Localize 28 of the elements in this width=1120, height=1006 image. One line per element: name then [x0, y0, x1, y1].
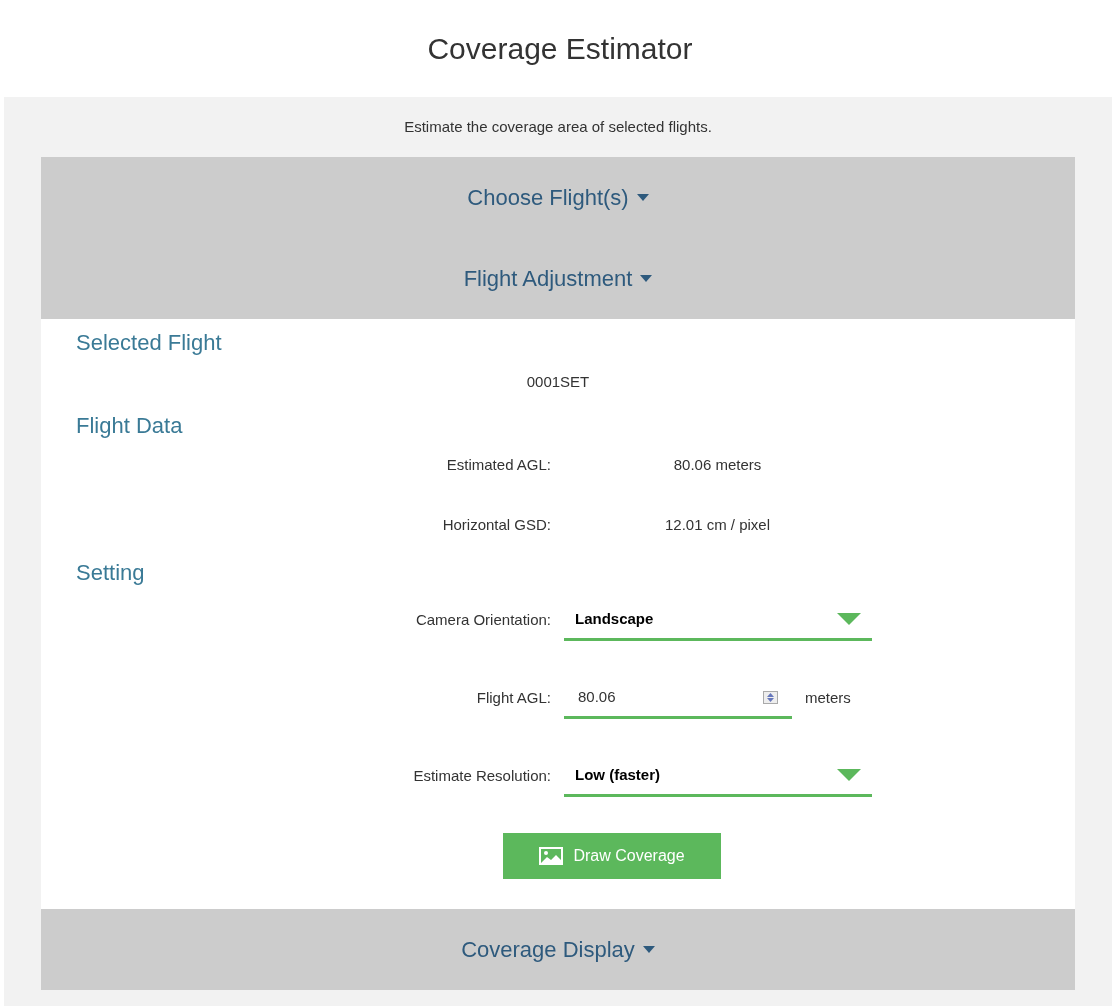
- field-label: Flight AGL:: [476, 688, 551, 709]
- accordion-header[interactable]: Coverage Display: [41, 908, 1075, 990]
- field-label: Estimated AGL:: [446, 454, 551, 475]
- draw-coverage-button[interactable]: Draw Coverage: [503, 832, 721, 879]
- field-label: Camera Orientation:: [415, 610, 551, 631]
- field-value: 12.01 cm / pixel: [664, 515, 771, 535]
- section-heading: Setting: [76, 558, 146, 587]
- description-text: Estimate the coverage area of selected flights.: [404, 116, 712, 137]
- field-label: Estimate Resolution:: [413, 766, 551, 787]
- dropdown-arrow-icon: [837, 613, 861, 625]
- unit-label: meters: [805, 688, 851, 709]
- dropdown-field[interactable]: Landscape: [564, 600, 872, 641]
- flight-id: 0001SET: [526, 372, 590, 392]
- dropdown-field[interactable]: Low (faster): [564, 756, 872, 797]
- image-icon: [539, 846, 564, 865]
- section-heading: Selected Flight: [76, 329, 223, 357]
- section-heading: Flight Data: [76, 411, 184, 440]
- accordion-header[interactable]: Flight Adjustment: [41, 238, 1075, 319]
- field-label: Horizontal GSD:: [442, 515, 551, 535]
- caret-icon: [642, 945, 655, 953]
- spinner-icon[interactable]: [763, 690, 778, 704]
- caret-icon: [636, 194, 649, 201]
- caret-icon: [640, 275, 653, 282]
- field-value: 80.06 meters: [673, 454, 762, 475]
- accordion-header[interactable]: Choose Flight(s): [41, 157, 1075, 238]
- dropdown-arrow-icon: [837, 769, 861, 781]
- number-field[interactable]: 80.06: [564, 678, 792, 719]
- page-title: Coverage Estimator: [427, 31, 693, 67]
